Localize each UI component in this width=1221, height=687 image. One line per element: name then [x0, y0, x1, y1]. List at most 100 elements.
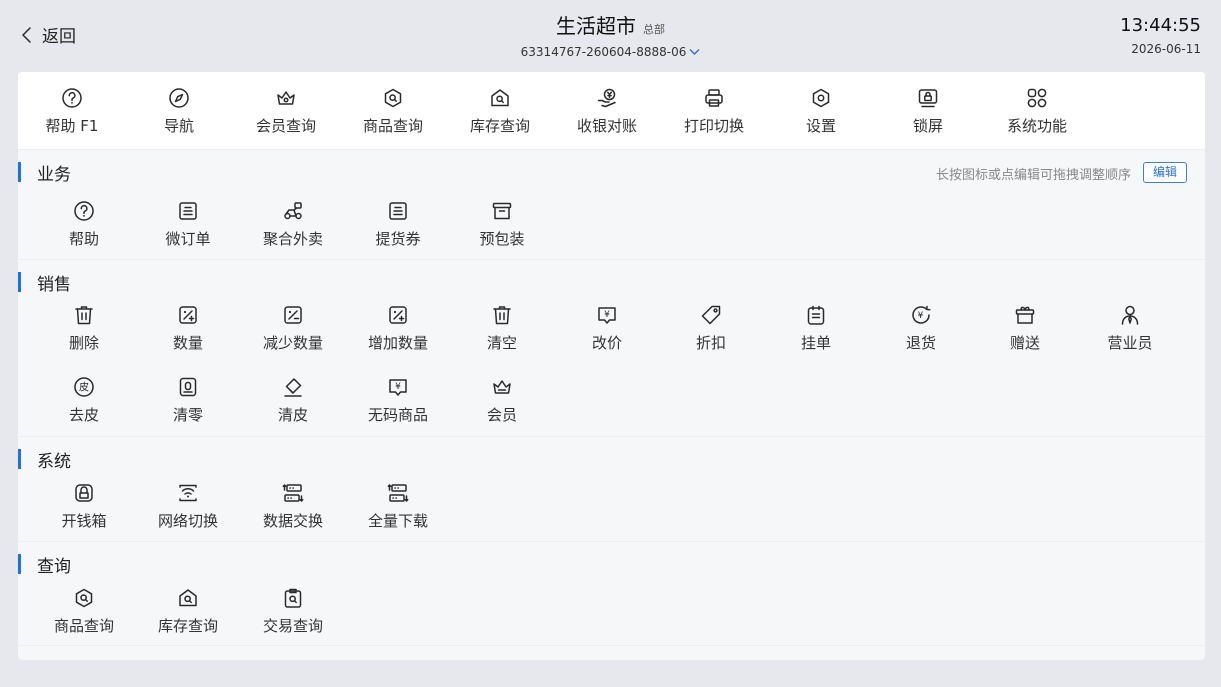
store-id: 63314767-260604-8888-06: [520, 45, 687, 59]
compass-icon: [169, 88, 189, 108]
trash-icon: [75, 306, 93, 325]
business-help-button[interactable]: 帮助: [34, 200, 134, 249]
function-label: 营业员: [1107, 334, 1153, 352]
business-micro-order-button[interactable]: 微订单: [138, 200, 238, 249]
sales-gift-button[interactable]: 赠送: [975, 304, 1075, 353]
section-title: 系统: [37, 452, 71, 472]
toolbar-product-query-button[interactable]: 商品查询: [339, 87, 447, 136]
function-label: 去皮: [68, 406, 99, 424]
function-label: 删除: [68, 334, 99, 352]
sales-quantity-button[interactable]: 数量: [138, 304, 238, 353]
system-network-switch-button[interactable]: 网络切换: [138, 482, 238, 531]
section-accent-bar: [18, 272, 21, 292]
toolbar-navigation-button[interactable]: 导航: [125, 87, 233, 136]
discount-tag-icon: [701, 305, 721, 325]
toolbar-printer-switch-button[interactable]: 打印切换: [660, 87, 768, 136]
sales-no-barcode-button[interactable]: ¥ 无码商品: [348, 376, 448, 425]
sales-clear-tare-button[interactable]: 清皮: [243, 376, 343, 425]
help-icon: [62, 88, 82, 108]
toolbar-cash-reconcile-button[interactable]: 收银对账: [553, 87, 661, 136]
edit-button[interactable]: 编辑: [1143, 162, 1187, 183]
sales-refund-button[interactable]: ¥ 退货: [871, 304, 971, 353]
price-change-icon: ¥: [598, 307, 616, 324]
toolbar-inventory-query-button[interactable]: 库存查询: [446, 87, 554, 136]
sales-salesperson-button[interactable]: 营业员: [1080, 304, 1180, 353]
sales-increase-quantity-button[interactable]: 增加数量: [348, 304, 448, 353]
toolbar-settings-button[interactable]: 设置: [767, 87, 875, 136]
cash-reconcile-icon: [597, 88, 616, 108]
sales-zero-button[interactable]: 清零: [138, 376, 238, 425]
clock-time: 13:44:55: [1120, 15, 1201, 36]
inventory-search-icon: [491, 89, 509, 107]
toolbar-member-query-button[interactable]: 会员查询: [232, 87, 340, 136]
system-cash-drawer-button[interactable]: 开钱箱: [34, 482, 134, 531]
function-label: 退货: [905, 334, 936, 352]
gift-icon: [1015, 306, 1035, 324]
decrease-quantity-icon: [284, 306, 302, 324]
help-icon: [74, 201, 94, 221]
clock: 13:44:55 2026-06-11: [1120, 15, 1201, 56]
toolbar-system-functions-button[interactable]: 系统功能: [983, 87, 1091, 136]
function-label: 网络切换: [157, 512, 218, 530]
function-label: 数据交换: [262, 512, 323, 530]
business-prepack-button[interactable]: 预包装: [452, 200, 552, 249]
toolbar-help-button[interactable]: 帮助 F1: [18, 87, 126, 136]
salesperson-icon: [1121, 305, 1139, 325]
business-delivery-button[interactable]: 聚合外卖: [243, 200, 343, 249]
toolbar-item-label: 收银对账: [576, 117, 637, 135]
sales-clear-button[interactable]: 清空: [452, 304, 552, 353]
system-full-download-button[interactable]: 全量下载: [348, 482, 448, 531]
sales-discount-button[interactable]: 折扣: [661, 304, 761, 353]
sales-hold-order-button[interactable]: 挂单: [766, 304, 866, 353]
section-query: 查询 商品查询 库存查询 交易查询: [18, 542, 1205, 646]
zero-icon: [179, 377, 197, 397]
section-accent-bar: [18, 449, 21, 469]
lock-screen-icon: [918, 89, 938, 108]
header-bar: 返回 生活超市 总部 63314767-260604-8888-06 13:44…: [0, 0, 1221, 70]
eraser-icon: [284, 378, 302, 397]
toolbar-item-label: 打印切换: [683, 117, 744, 135]
sales-decrease-quantity-button[interactable]: 减少数量: [243, 304, 343, 353]
business-voucher-button[interactable]: 提货券: [348, 200, 448, 249]
svg-text:¥: ¥: [918, 311, 924, 321]
query-product-button[interactable]: 商品查询: [34, 587, 134, 636]
network-switch-icon: [179, 484, 197, 502]
toolbar-item-label: 库存查询: [469, 117, 530, 135]
sales-delete-button[interactable]: 删除: [34, 304, 134, 353]
section-sales: 销售 删除 数量 减少数量 增加数量 清空 ¥ 改价 折扣 挂单 ¥ 退货 赠送…: [18, 260, 1205, 437]
function-label: 挂单: [800, 334, 831, 352]
sales-tare-button[interactable]: 皮 去皮: [34, 376, 134, 425]
function-label: 折扣: [695, 334, 726, 352]
crown-icon: [277, 91, 295, 105]
section-accent-bar: [18, 554, 21, 574]
transaction-search-icon: [284, 588, 302, 608]
apps-grid-icon: [1027, 88, 1047, 108]
order-icon: [179, 202, 197, 220]
section-title: 业务: [37, 165, 71, 185]
svg-text:¥: ¥: [604, 310, 610, 320]
function-label: 清皮: [277, 406, 308, 424]
sales-member-button[interactable]: 会员: [452, 376, 552, 425]
function-label: 减少数量: [262, 334, 323, 352]
no-barcode-icon: ¥: [389, 379, 407, 396]
full-download-icon: [387, 484, 409, 502]
toolbar-item-label: 商品查询: [362, 117, 423, 135]
toolbar-item-label: 系统功能: [1006, 117, 1067, 135]
toolbar-lock-screen-button[interactable]: 锁屏: [874, 87, 982, 136]
sales-price-change-button[interactable]: ¥ 改价: [557, 304, 657, 353]
function-label: 清零: [172, 406, 203, 424]
system-data-exchange-button[interactable]: 数据交换: [243, 482, 343, 531]
hold-order-icon: [807, 305, 825, 325]
function-label: 会员: [486, 406, 517, 424]
function-label: 帮助: [68, 230, 99, 248]
function-label: 清空: [486, 334, 517, 352]
section-accent-bar: [18, 162, 21, 182]
section-title: 销售: [37, 275, 71, 295]
toolbar-item-label: 锁屏: [912, 117, 943, 135]
refund-icon: ¥: [912, 305, 931, 324]
clock-date: 2026-06-11: [1131, 42, 1201, 56]
function-label: 数量: [172, 334, 203, 352]
store-id-selector[interactable]: 63314767-260604-8888-06: [521, 45, 701, 59]
query-transaction-button[interactable]: 交易查询: [243, 587, 343, 636]
query-inventory-button[interactable]: 库存查询: [138, 587, 238, 636]
